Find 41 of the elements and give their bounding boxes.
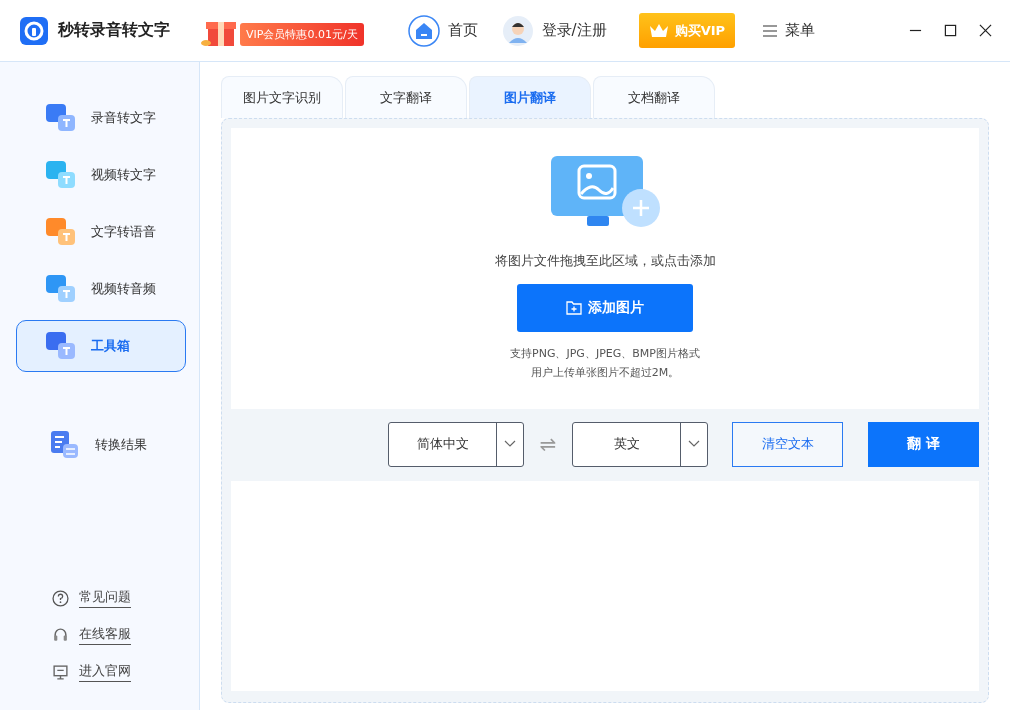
add-image-button[interactable]: 添加图片 [517, 284, 693, 332]
footer-link[interactable]: 在线客服 [52, 625, 199, 645]
app-title: 秒转录音转文字 [58, 20, 170, 41]
sidebar-item[interactable]: 文字转语音 [16, 206, 186, 258]
sidebar-item[interactable]: 录音转文字 [16, 92, 186, 144]
document-swap-icon [49, 430, 81, 460]
avatar-icon [501, 14, 534, 47]
tab[interactable]: 图片翻译 [469, 76, 591, 118]
source-language-dropdown[interactable]: 简体中文 [388, 421, 524, 467]
close-icon[interactable] [979, 24, 992, 37]
folder-plus-icon [566, 301, 582, 315]
headset-icon [52, 626, 69, 644]
monitor-icon [52, 663, 69, 681]
sidebar-item[interactable]: 视频转文字 [16, 149, 186, 201]
tab[interactable]: 文字翻译 [345, 76, 467, 118]
target-language-dropdown[interactable]: 英文 [572, 421, 708, 467]
sidebar-item[interactable]: 转换结果 [16, 419, 186, 471]
chevron-down-icon [688, 440, 700, 448]
footer-link[interactable]: 常见问题 [52, 588, 199, 608]
question-icon [52, 589, 69, 607]
translate-button[interactable]: 翻 译 [868, 421, 979, 467]
tab[interactable]: 文档翻译 [593, 76, 715, 118]
chevron-down-icon [504, 440, 516, 448]
maximize-icon[interactable] [944, 24, 957, 37]
sidebar-item[interactable]: 视频转音频 [16, 263, 186, 315]
upload-area[interactable]: 将图片文件拖拽至此区域，或点击添加 添加图片 支持PNG、JPG、JPEG、BMP图片格式 用户上传单张图片不超过2M。 [231, 128, 979, 409]
crown-icon [648, 22, 669, 39]
home-icon [407, 14, 440, 47]
app-logo-icon [20, 16, 48, 45]
footer-link[interactable]: 进入官网 [52, 662, 199, 682]
menu-icon [763, 24, 778, 37]
clear-text-button[interactable]: 清空文本 [732, 421, 843, 467]
upload-hint: 将图片文件拖拽至此区域，或点击添加 [494, 252, 716, 270]
nav-link[interactable]: 登录/注册 [501, 14, 607, 47]
upload-note: 用户上传单张图片不超过2M。 [530, 365, 680, 381]
tab[interactable]: 图片文字识别 [221, 76, 343, 118]
monitor-image-plus-icon [549, 154, 661, 230]
menu-button[interactable]: 菜单 [763, 21, 816, 40]
sidebar-item[interactable]: 工具箱 [16, 320, 186, 372]
upload-note: 支持PNG、JPG、JPEG、BMP图片格式 [510, 346, 700, 362]
nav-link[interactable]: 首页 [407, 14, 478, 47]
